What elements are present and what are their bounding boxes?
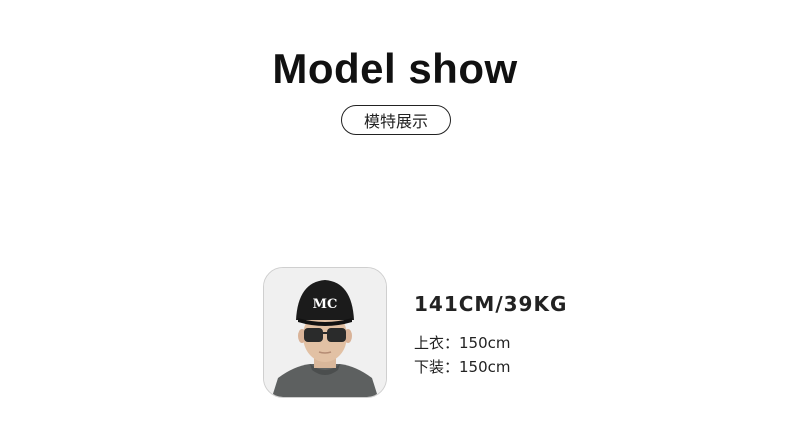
bottom-size-label: 下装： <box>414 358 460 376</box>
page-title: Model show <box>272 45 518 92</box>
model-measurements: 141CM/39KG <box>414 292 568 316</box>
bottom-size-value: 150cm <box>459 358 511 376</box>
top-size-label: 上衣： <box>414 334 460 352</box>
subtitle-badge: 模特展示 <box>341 105 451 135</box>
model-avatar-image: MC <box>264 268 386 397</box>
model-avatar-card: MC <box>263 267 387 398</box>
bottom-size-row: 下装：150cm <box>414 357 511 377</box>
cap-logo-text: MC <box>313 297 338 312</box>
top-size-value: 150cm <box>459 334 511 352</box>
top-size-row: 上衣：150cm <box>414 333 511 353</box>
